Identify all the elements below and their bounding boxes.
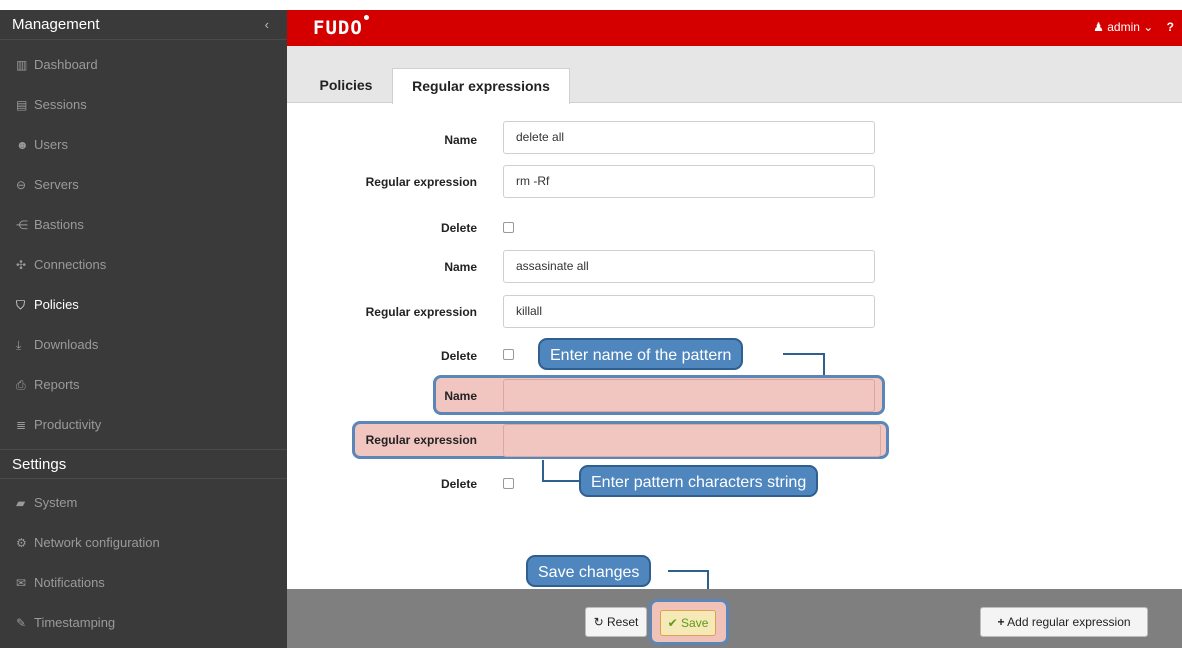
user-icon: ♟ [1093,20,1104,34]
user-name: admin [1107,20,1140,34]
add-regular-expression-button[interactable]: + Add regular expression [980,607,1148,637]
save-highlight: ✔ Save [649,599,729,645]
callout-name: Enter name of the pattern [538,338,744,370]
name-field[interactable]: delete all [503,121,875,154]
reset-label: Reset [607,615,639,629]
sidebar-item-sessions[interactable]: ▤ Sessions [0,90,287,130]
refresh-icon: ↻ [593,615,604,629]
management-title: Management [12,16,100,33]
save-button[interactable]: ✔ Save [660,610,716,636]
logo-dot [363,15,369,20]
tab-bar: Policies Regular expressions [287,46,1182,104]
fudo-logo[interactable]: FUDO [313,15,369,39]
sidebar-item-dashboard[interactable]: ▥ Dashboard [0,50,287,90]
connections-icon: ✣ [16,258,27,272]
help-icon[interactable]: ? [1167,20,1174,34]
users-icon: ☻ [16,138,29,152]
app-window: Management ‹ ▥ Dashboard ▤ Sessions ☻ Users… [0,0,1182,648]
sidebar-item-servers[interactable]: ⊖ Servers [0,170,287,210]
regex-field[interactable]: killall [503,295,875,328]
sidebar-item-label: Network configuration [34,535,160,550]
edit-icon: ✎ [16,616,27,630]
film-icon: ▤ [16,98,28,112]
delete-label: Delete [440,349,477,363]
save-label: Save [681,616,709,630]
sidebar-item-label: Dashboard [34,57,98,72]
callout-save: Save changes [526,555,652,587]
regex-field[interactable] [503,424,881,457]
sidebar-item-label: Connections [34,257,107,272]
sidebar-item-label: Reports [34,377,80,392]
sidebar-item-notifications[interactable]: ✉ Notifications [0,568,287,608]
footer-bar: ↻ Reset ✔ Save + Add regular expression [287,589,1182,648]
sidebar-item-users[interactable]: ☻ Users [0,130,287,170]
bar-chart-icon: ▥ [16,58,28,72]
download-icon: ⤓ [16,338,22,352]
regex-label: Regular expression [365,433,477,447]
sidebar-item-productivity[interactable]: ≣ Productivity [0,410,287,450]
sidebar-item-label: Users [34,137,68,152]
regex-label: Regular expression [365,175,477,189]
callout-name-connector [783,353,825,375]
sidebar-item-label: Bastions [34,217,84,232]
bastion-icon: ⋲ [16,218,28,232]
sidebar-item-label: Policies [34,297,79,312]
chevron-down-icon: ⌄ [1143,20,1154,34]
delete-label: Delete [440,477,477,491]
name-field[interactable] [503,379,875,412]
sidebar-item-label: Downloads [34,337,99,352]
server-icon: ⊖ [16,178,27,192]
sidebar-item-timestamping[interactable]: ✎ Timestamping [0,608,287,648]
callout-pattern: Enter pattern characters string [579,465,819,497]
sidebar-item-policies[interactable]: ⛉ Policies [0,290,287,330]
chevron-left-icon[interactable]: ‹ [265,10,269,40]
regex-field[interactable]: rm -Rf [503,165,875,198]
reset-button[interactable]: ↻ Reset [585,607,647,637]
sidebar-item-label: Timestamping [34,615,116,630]
folder-icon: ▰ [16,496,26,510]
sidebar-item-reports[interactable]: ⎙ Reports [0,370,287,410]
logo-text: FUDO [313,17,363,39]
name-field[interactable]: assasinate all [503,250,875,283]
name-label: Name [444,260,477,274]
user-menu[interactable]: ♟ admin ⌄ ? [1093,20,1174,34]
regex-label: Regular expression [365,305,477,319]
sidebar-item-bastions[interactable]: ⋲ Bastions [0,210,287,250]
delete-checkbox[interactable] [503,478,514,489]
list-icon: ≣ [16,418,27,432]
delete-checkbox[interactable] [503,349,514,360]
tab-regular-expressions[interactable]: Regular expressions [392,68,570,104]
callout-pattern-connector [542,460,580,482]
sidebar-item-label: Sessions [34,97,87,112]
sidebar-item-label: Productivity [34,417,102,432]
name-label: Name [444,389,477,403]
sidebar-item-label: System [34,495,78,510]
check-icon: ✔ [667,616,678,630]
sidebar-section-settings[interactable]: Settings [0,449,287,479]
sidebar-item-connections[interactable]: ✣ Connections [0,250,287,290]
sidebar-item-label: Notifications [34,575,105,590]
name-label: Name [444,133,477,147]
top-bar: FUDO ♟ admin ⌄ ? [287,10,1182,46]
settings-title: Settings [12,456,67,473]
print-icon: ⎙ [16,378,26,392]
sidebar: Management ‹ ▥ Dashboard ▤ Sessions ☻ Users… [0,10,287,648]
sidebar-item-downloads[interactable]: ⤓ Downloads [0,330,287,370]
sidebar-item-label: Servers [34,177,79,192]
sidebar-item-system[interactable]: ▰ System [0,488,287,528]
envelope-icon: ✉ [16,576,27,590]
sidebar-item-network-configuration[interactable]: ⚙ Network configuration [0,528,287,568]
sidebar-section-management[interactable]: Management ‹ [0,10,287,40]
add-label: Add regular expression [1007,615,1131,629]
delete-checkbox[interactable] [503,222,514,233]
cogs-icon: ⚙ [16,536,27,550]
tab-policies[interactable]: Policies [301,68,391,103]
shield-icon: ⛉ [16,298,26,312]
plus-icon: + [997,615,1005,629]
delete-label: Delete [440,221,477,235]
